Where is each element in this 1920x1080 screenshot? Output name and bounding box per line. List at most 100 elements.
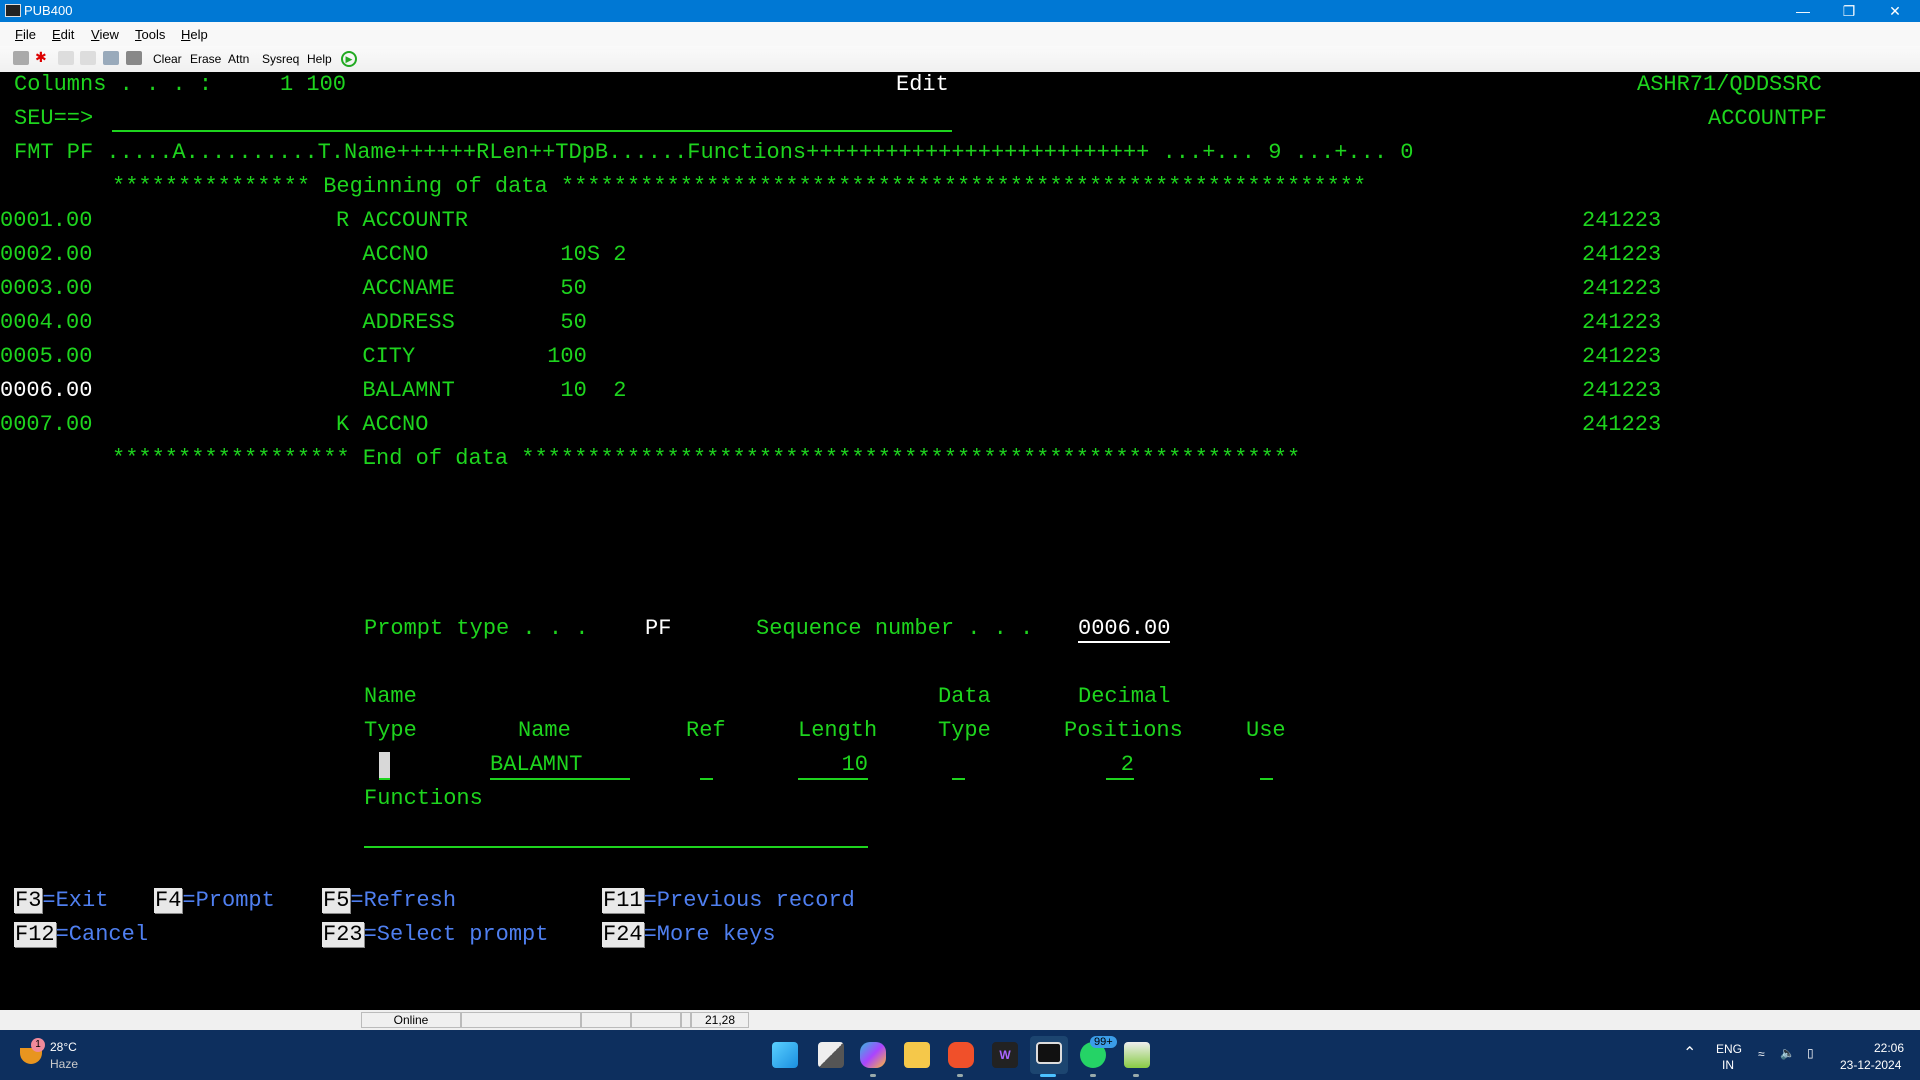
record-text[interactable]: CITY 100 [336, 344, 586, 369]
f12-cancel-key[interactable]: F12=Cancel [14, 922, 148, 947]
whatsapp-badge: 99+ [1090, 1036, 1117, 1048]
command-input[interactable] [112, 106, 952, 132]
paste-icon[interactable] [80, 51, 96, 65]
seq-number[interactable]: 0007.00 [0, 412, 92, 437]
copilot-icon[interactable] [860, 1042, 886, 1068]
mode-title: Edit [896, 72, 949, 97]
seq-number[interactable]: 0004.00 [0, 310, 92, 335]
task-view-icon[interactable] [818, 1042, 844, 1068]
fkey-desc: =Select prompt [363, 922, 549, 947]
terminal-emulator-icon[interactable] [1036, 1042, 1062, 1064]
terminal-icon[interactable] [13, 51, 29, 65]
fkey-label: F11 [602, 888, 644, 913]
file-explorer-icon[interactable] [904, 1042, 930, 1068]
f23-select-prompt-key[interactable]: F23=Select prompt [322, 922, 548, 947]
columns-label: Columns . . . : [14, 72, 213, 97]
clear-button[interactable]: Clear [153, 52, 182, 66]
record-date: 241223 [1582, 378, 1662, 403]
fkey-label: F3 [14, 888, 43, 913]
close-button[interactable]: ✕ [1872, 0, 1918, 22]
status-cell-empty [461, 1012, 581, 1028]
seq-number[interactable]: 0006.00 [0, 378, 92, 403]
record-date: 241223 [1582, 412, 1662, 437]
wifi-icon[interactable]: ≈ [1758, 1047, 1765, 1061]
record-text[interactable]: ADDRESS 50 [336, 310, 586, 335]
use-field[interactable] [1260, 752, 1273, 780]
clock-date[interactable]: 23-12-2024 [1840, 1058, 1901, 1072]
sysreq-button[interactable]: Sysreq [262, 52, 299, 66]
record-date: 241223 [1582, 310, 1662, 335]
fkey-label: F23 [322, 922, 364, 947]
record-text[interactable]: ACCNAME 50 [336, 276, 586, 301]
weather-condition: Haze [50, 1057, 79, 1071]
header-decimal-1: Decimal [1078, 684, 1171, 709]
f11-previous-record-key[interactable]: F11=Previous record [602, 888, 855, 913]
seq-number[interactable]: 0001.00 [0, 208, 92, 233]
record-text[interactable]: R ACCOUNTR [336, 208, 468, 233]
seq-number[interactable]: 0003.00 [0, 276, 92, 301]
columns-value: 1 100 [280, 72, 347, 97]
restore-button[interactable]: ❐ [1826, 0, 1872, 22]
functions-input[interactable] [364, 820, 868, 848]
f4-prompt-key[interactable]: F4=Prompt [154, 888, 275, 913]
sequence-number-field[interactable]: 0006.00 [1078, 616, 1171, 643]
notepad-icon[interactable] [1124, 1042, 1150, 1068]
fkey-label: F5 [322, 888, 351, 913]
menu-file[interactable]: File [15, 27, 36, 42]
command-prompt-label: SEU==> [14, 106, 94, 131]
play-icon[interactable]: ▶ [341, 51, 357, 67]
menu-edit[interactable]: Edit [52, 27, 74, 42]
data-type-field[interactable] [952, 752, 965, 780]
f5-refresh-key[interactable]: F5=Refresh [322, 888, 456, 913]
ref-field[interactable] [700, 752, 713, 780]
active-indicator [1040, 1074, 1056, 1077]
start-icon[interactable] [772, 1042, 798, 1068]
help-button[interactable]: Help [307, 52, 332, 66]
volume-icon[interactable]: 🔈 [1780, 1046, 1795, 1060]
record-text[interactable]: K ACCNO [336, 412, 428, 437]
clock-time[interactable]: 22:06 [1874, 1041, 1904, 1055]
attn-button[interactable]: Attn [228, 52, 249, 66]
brave-browser-icon[interactable] [948, 1042, 974, 1068]
record-text[interactable]: BALAMNT 10 2 [336, 378, 626, 403]
prompt-type-value: PF [645, 616, 672, 641]
show-hidden-icons-chevron-icon[interactable]: ⌃ [1683, 1043, 1696, 1063]
seq-number[interactable]: 0005.00 [0, 344, 92, 369]
camera-icon[interactable] [126, 51, 142, 65]
language-region[interactable]: IN [1722, 1058, 1734, 1072]
copy-icon[interactable] [58, 51, 74, 65]
menu-view[interactable]: View [91, 27, 119, 42]
toolbar: ✱ Clear Erase Attn Sysreq Help ▶ [0, 46, 1920, 72]
end-of-data: ****************** End of data *********… [112, 446, 1301, 471]
record-date: 241223 [1582, 344, 1662, 369]
member-name: ACCOUNTPF [1708, 106, 1827, 131]
f3-exit-key[interactable]: F3=Exit [14, 888, 108, 913]
status-cell-empty [631, 1012, 681, 1028]
header-data-type-2: Type [938, 718, 991, 743]
minimize-button[interactable]: — [1780, 0, 1826, 22]
battery-icon[interactable]: ▯ [1807, 1046, 1814, 1060]
disconnect-icon[interactable]: ✱ [35, 49, 51, 65]
decimal-positions-field[interactable]: 2 [1106, 752, 1134, 780]
fkey-label: F24 [602, 922, 644, 947]
length-field[interactable]: 10 [798, 752, 868, 780]
erase-button[interactable]: Erase [190, 52, 221, 66]
name-type-field[interactable] [379, 752, 391, 778]
record-date: 241223 [1582, 208, 1662, 233]
fkey-label: F12 [14, 922, 56, 947]
menu-help[interactable]: Help [181, 27, 208, 42]
winamp-icon[interactable]: W [992, 1042, 1018, 1068]
header-use: Use [1246, 718, 1286, 743]
taskbar: 1 28°C Haze W 99+ ⌃ ENG IN ≈ 🔈 ▯ 22:06 2… [0, 1030, 1920, 1080]
menu-tools[interactable]: Tools [135, 27, 165, 42]
format-line: FMT PF .....A..........T.Name++++++RLen+… [14, 140, 1414, 165]
print-icon[interactable] [103, 51, 119, 65]
running-indicator [1133, 1074, 1139, 1077]
functions-label: Functions [364, 786, 483, 811]
field-name-input[interactable]: BALAMNT [490, 752, 630, 780]
fkey-desc: =Prompt [182, 888, 275, 913]
f24-more-keys-key[interactable]: F24=More keys [602, 922, 776, 947]
record-text[interactable]: ACCNO 10S 2 [336, 242, 626, 267]
language-code[interactable]: ENG [1716, 1042, 1742, 1056]
seq-number[interactable]: 0002.00 [0, 242, 92, 267]
